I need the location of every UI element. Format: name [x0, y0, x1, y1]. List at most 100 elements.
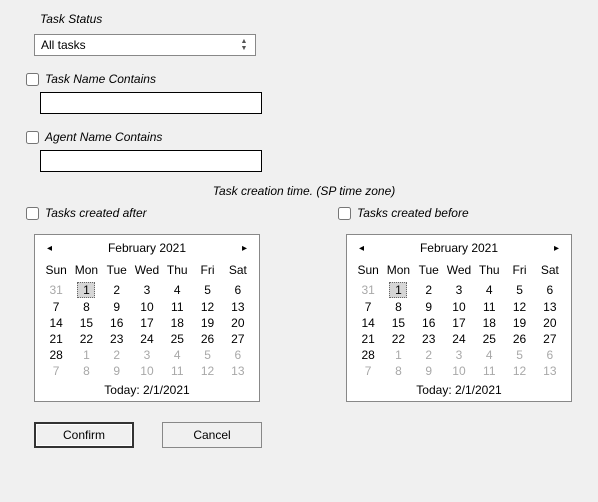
calendar-day[interactable]: 3 — [444, 281, 474, 299]
calendar-day[interactable]: 20 — [223, 315, 253, 331]
calendar-day[interactable]: 10 — [132, 363, 162, 379]
calendar-day[interactable]: 15 — [383, 315, 413, 331]
calendar-day[interactable]: 23 — [414, 331, 444, 347]
calendar-day[interactable]: 12 — [504, 299, 534, 315]
calendar-day[interactable]: 1 — [383, 281, 413, 299]
calendar-day[interactable]: 16 — [414, 315, 444, 331]
calendar-day[interactable]: 3 — [444, 347, 474, 363]
calendar-day[interactable]: 26 — [504, 331, 534, 347]
calendar-day[interactable]: 6 — [535, 281, 565, 299]
calendar-day[interactable]: 21 — [41, 331, 71, 347]
calendar-day[interactable]: 7 — [41, 299, 71, 315]
calendar-day[interactable]: 12 — [504, 363, 534, 379]
calendar-prev-icon[interactable]: ◂ — [355, 243, 368, 254]
calendar-day[interactable]: 9 — [102, 363, 132, 379]
calendar-day[interactable]: 16 — [102, 315, 132, 331]
calendar-day[interactable]: 11 — [474, 299, 504, 315]
calendar-day[interactable]: 18 — [162, 315, 192, 331]
calendar-day[interactable]: 21 — [353, 331, 383, 347]
calendar-day[interactable]: 13 — [223, 363, 253, 379]
calendar-after[interactable]: ◂February 2021▸SunMonTueWedThuFriSat3112… — [34, 234, 260, 402]
calendar-day[interactable]: 4 — [162, 281, 192, 299]
calendar-day[interactable]: 6 — [535, 347, 565, 363]
calendar-day[interactable]: 10 — [132, 299, 162, 315]
calendar-day[interactable]: 17 — [444, 315, 474, 331]
calendar-day[interactable]: 8 — [71, 363, 101, 379]
calendar-day[interactable]: 25 — [162, 331, 192, 347]
confirm-button[interactable]: Confirm — [34, 422, 134, 448]
calendar-day[interactable]: 4 — [474, 281, 504, 299]
calendar-day[interactable]: 8 — [383, 299, 413, 315]
calendar-next-icon[interactable]: ▸ — [238, 243, 251, 254]
calendar-day[interactable]: 24 — [132, 331, 162, 347]
calendar-day[interactable]: 7 — [41, 363, 71, 379]
calendar-day[interactable]: 11 — [474, 363, 504, 379]
calendar-today-label[interactable]: Today: 2/1/2021 — [41, 379, 253, 397]
calendar-day[interactable]: 13 — [535, 363, 565, 379]
calendar-day[interactable]: 19 — [192, 315, 222, 331]
calendar-day[interactable]: 12 — [192, 363, 222, 379]
calendar-day[interactable]: 24 — [444, 331, 474, 347]
cancel-button[interactable]: Cancel — [162, 422, 262, 448]
calendar-day[interactable]: 2 — [414, 281, 444, 299]
calendar-day[interactable]: 13 — [535, 299, 565, 315]
calendar-title[interactable]: February 2021 — [420, 241, 498, 255]
created-before-checkbox[interactable] — [338, 207, 351, 220]
calendar-day[interactable]: 11 — [162, 299, 192, 315]
calendar-day[interactable]: 13 — [223, 299, 253, 315]
calendar-day[interactable]: 1 — [71, 347, 101, 363]
calendar-day[interactable]: 8 — [71, 299, 101, 315]
created-after-checkbox[interactable] — [26, 207, 39, 220]
calendar-day[interactable]: 20 — [535, 315, 565, 331]
calendar-day[interactable]: 9 — [414, 363, 444, 379]
calendar-day[interactable]: 31 — [41, 281, 71, 299]
calendar-day[interactable]: 4 — [474, 347, 504, 363]
calendar-day[interactable]: 9 — [102, 299, 132, 315]
calendar-day[interactable]: 18 — [474, 315, 504, 331]
calendar-day[interactable]: 5 — [192, 347, 222, 363]
calendar-day[interactable]: 26 — [192, 331, 222, 347]
calendar-day[interactable]: 27 — [223, 331, 253, 347]
calendar-prev-icon[interactable]: ◂ — [43, 243, 56, 254]
calendar-day[interactable]: 5 — [192, 281, 222, 299]
calendar-day[interactable]: 28 — [41, 347, 71, 363]
calendar-next-icon[interactable]: ▸ — [550, 243, 563, 254]
calendar-day[interactable]: 6 — [223, 281, 253, 299]
calendar-day[interactable]: 7 — [353, 299, 383, 315]
calendar-day[interactable]: 6 — [223, 347, 253, 363]
agent-name-checkbox[interactable] — [26, 131, 39, 144]
calendar-day[interactable]: 31 — [353, 281, 383, 299]
calendar-day[interactable]: 22 — [71, 331, 101, 347]
calendar-day[interactable]: 1 — [71, 281, 101, 299]
calendar-day[interactable]: 3 — [132, 347, 162, 363]
calendar-day[interactable]: 7 — [353, 363, 383, 379]
calendar-day[interactable]: 23 — [102, 331, 132, 347]
calendar-day[interactable]: 22 — [383, 331, 413, 347]
task-name-checkbox[interactable] — [26, 73, 39, 86]
calendar-day[interactable]: 28 — [353, 347, 383, 363]
calendar-day[interactable]: 12 — [192, 299, 222, 315]
calendar-day[interactable]: 2 — [102, 347, 132, 363]
calendar-day[interactable]: 14 — [41, 315, 71, 331]
calendar-day[interactable]: 14 — [353, 315, 383, 331]
calendar-day[interactable]: 19 — [504, 315, 534, 331]
calendar-day[interactable]: 11 — [162, 363, 192, 379]
calendar-day[interactable]: 17 — [132, 315, 162, 331]
calendar-title[interactable]: February 2021 — [108, 241, 186, 255]
calendar-day[interactable]: 10 — [444, 299, 474, 315]
agent-name-input[interactable] — [40, 150, 262, 172]
calendar-today-label[interactable]: Today: 2/1/2021 — [353, 379, 565, 397]
calendar-before[interactable]: ◂February 2021▸SunMonTueWedThuFriSat3112… — [346, 234, 572, 402]
calendar-day[interactable]: 2 — [102, 281, 132, 299]
calendar-day[interactable]: 10 — [444, 363, 474, 379]
calendar-day[interactable]: 9 — [414, 299, 444, 315]
task-status-dropdown[interactable]: All tasks ▲▼ — [34, 34, 256, 56]
calendar-day[interactable]: 15 — [71, 315, 101, 331]
calendar-day[interactable]: 3 — [132, 281, 162, 299]
calendar-day[interactable]: 1 — [383, 347, 413, 363]
calendar-day[interactable]: 2 — [414, 347, 444, 363]
calendar-day[interactable]: 5 — [504, 281, 534, 299]
calendar-day[interactable]: 27 — [535, 331, 565, 347]
calendar-day[interactable]: 25 — [474, 331, 504, 347]
calendar-day[interactable]: 8 — [383, 363, 413, 379]
